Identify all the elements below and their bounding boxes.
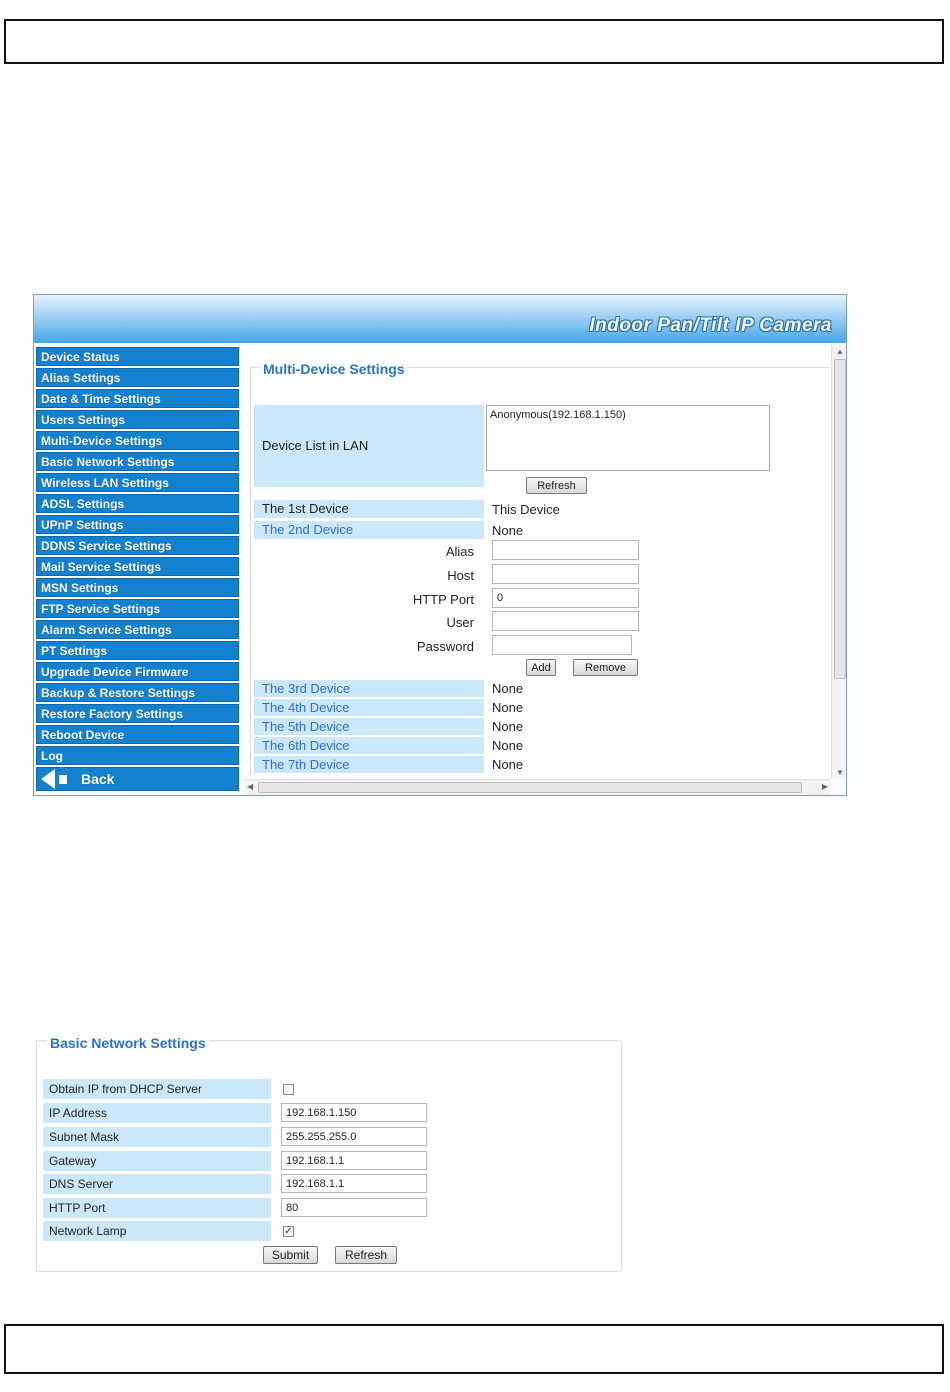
multi-device-content: Multi-Device Settings Device List in LAN… (244, 345, 830, 777)
remove-device-button[interactable]: Remove (573, 659, 638, 676)
device-list-box[interactable]: Anonymous(192.168.1.150) (486, 405, 770, 471)
top-frame-box (4, 19, 944, 64)
device-list-label: Device List in LAN (254, 405, 484, 487)
sidebar-item-upgrade-device-firmware[interactable]: Upgrade Device Firmware (36, 662, 239, 681)
back-arrow-tail (59, 774, 67, 784)
first-device-value: This Device (492, 502, 560, 517)
device-4-label: The 4th Device (254, 699, 484, 716)
checkmark-icon: ✓ (284, 1226, 293, 1237)
basic-network-legend: Basic Network Settings (47, 1035, 209, 1051)
camera-web-window: Indoor Pan/Tilt IP Camera Device Status … (33, 294, 847, 796)
device-3-label: The 3rd Device (254, 680, 484, 697)
device-4-value: None (492, 700, 524, 715)
sidebar-item-pt-settings[interactable]: PT Settings (36, 641, 239, 660)
sidebar-item-alarm-service-settings[interactable]: Alarm Service Settings (36, 620, 239, 639)
scroll-down-icon[interactable]: ▼ (836, 768, 844, 777)
first-device-label: The 1st Device (254, 500, 484, 518)
sidebar-item-date-time-settings[interactable]: Date & Time Settings (36, 389, 239, 408)
submit-button[interactable]: Submit (263, 1246, 318, 1264)
alias-input[interactable] (492, 540, 639, 560)
device-6-label: The 6th Device (254, 737, 484, 754)
user-label: User (446, 615, 474, 630)
http-port-input[interactable]: 0 (492, 588, 639, 608)
sidebar-item-alias-settings[interactable]: Alias Settings (36, 368, 239, 387)
gateway-input[interactable]: 192.168.1.1 (281, 1151, 427, 1170)
back-label: Back (81, 771, 115, 787)
dns-server-label: DNS Server (43, 1174, 271, 1194)
camera-title: Indoor Pan/Tilt IP Camera (589, 315, 832, 336)
device-7-label: The 7th Device (254, 756, 484, 773)
basic-network-panel: Basic Network Settings Obtain IP from DH… (36, 1035, 622, 1272)
host-input[interactable] (492, 564, 639, 584)
bottom-frame-box (4, 1324, 944, 1374)
device-3-value: None (492, 681, 524, 696)
scroll-right-icon[interactable]: ▶ (822, 782, 828, 791)
multi-device-legend: Multi-Device Settings (261, 361, 407, 377)
second-device-value: None (492, 523, 524, 538)
back-arrow-icon (41, 769, 55, 789)
sidebar-item-upnp-settings[interactable]: UPnP Settings (36, 515, 239, 534)
scroll-left-icon[interactable]: ◀ (247, 782, 253, 791)
alias-label: Alias (445, 544, 474, 559)
ip-address-input[interactable]: 192.168.1.150 (281, 1103, 427, 1122)
add-device-button[interactable]: Add (526, 659, 556, 676)
sidebar-item-users-settings[interactable]: Users Settings (36, 410, 239, 429)
password-label: Password (416, 639, 474, 654)
dhcp-label: Obtain IP from DHCP Server (43, 1079, 271, 1099)
sidebar-item-restore-factory-settings[interactable]: Restore Factory Settings (36, 704, 239, 723)
device-5-value: None (492, 719, 524, 734)
user-input[interactable] (492, 611, 639, 631)
sidebar-item-ddns-service-settings[interactable]: DDNS Service Settings (36, 536, 239, 555)
subnet-mask-input[interactable]: 255.255.255.0 (281, 1127, 427, 1146)
sidebar-item-wireless-lan-settings[interactable]: Wireless LAN Settings (36, 473, 239, 492)
sidebar-item-msn-settings[interactable]: MSN Settings (36, 578, 239, 597)
sidebar-item-basic-network-settings[interactable]: Basic Network Settings (36, 452, 239, 471)
vertical-scroll-thumb[interactable] (834, 359, 846, 679)
sidebar-item-backup-restore-settings[interactable]: Backup & Restore Settings (36, 683, 239, 702)
sidebar-item-multi-device-settings[interactable]: Multi-Device Settings (36, 431, 239, 450)
horizontal-scrollbar[interactable]: ◀ ▶ (244, 779, 831, 795)
network-lamp-checkbox[interactable]: ✓ (283, 1226, 294, 1237)
sidebar-item-log[interactable]: Log (36, 746, 239, 765)
host-label: Host (447, 568, 474, 583)
scroll-up-icon[interactable]: ▲ (836, 347, 844, 356)
gateway-label: Gateway (43, 1151, 271, 1171)
sidebar-menu: Device Status Alias Settings Date & Time… (36, 347, 239, 793)
back-button[interactable]: Back (36, 767, 239, 791)
network-lamp-label: Network Lamp (43, 1221, 271, 1241)
second-device-label: The 2nd Device (254, 521, 484, 539)
sidebar-item-reboot-device[interactable]: Reboot Device (36, 725, 239, 744)
subnet-mask-label: Subnet Mask (43, 1127, 271, 1147)
device-6-value: None (492, 738, 524, 753)
device-5-label: The 5th Device (254, 718, 484, 735)
bn-http-port-input[interactable]: 80 (281, 1198, 427, 1217)
sidebar-item-adsl-settings[interactable]: ADSL Settings (36, 494, 239, 513)
bn-refresh-button[interactable]: Refresh (335, 1246, 397, 1264)
password-input[interactable] (492, 635, 632, 655)
http-port-label: HTTP Port (412, 592, 474, 607)
sidebar-item-ftp-service-settings[interactable]: FTP Service Settings (36, 599, 239, 618)
sidebar-item-mail-service-settings[interactable]: Mail Service Settings (36, 557, 239, 576)
ip-address-label: IP Address (43, 1103, 271, 1123)
dhcp-checkbox[interactable] (283, 1084, 294, 1095)
device-7-value: None (492, 757, 524, 772)
device-list-refresh-button[interactable]: Refresh (526, 477, 587, 494)
bn-http-port-label: HTTP Port (43, 1198, 271, 1218)
sidebar-item-device-status[interactable]: Device Status (36, 347, 239, 366)
vertical-scrollbar[interactable]: ▲ ▼ (831, 345, 846, 779)
dns-server-input[interactable]: 192.168.1.1 (281, 1174, 427, 1193)
device-list-item[interactable]: Anonymous(192.168.1.150) (490, 409, 766, 421)
camera-header: Indoor Pan/Tilt IP Camera (34, 295, 846, 343)
horizontal-scroll-thumb[interactable] (258, 782, 802, 793)
